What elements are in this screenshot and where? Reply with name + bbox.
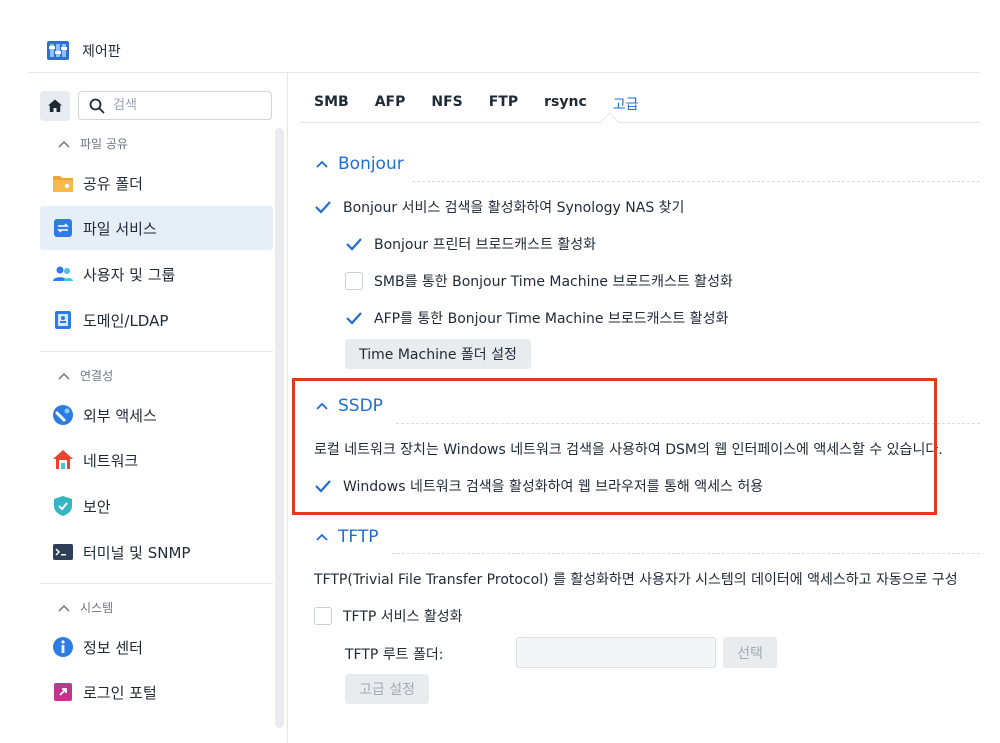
- sidebar-item-info-center[interactable]: 정보 센터: [40, 625, 273, 669]
- chevron-up-icon: [316, 160, 328, 168]
- sidebar-item-network[interactable]: 네트워크: [40, 438, 273, 482]
- option-label: Bonjour 프린터 브로드캐스트 활성화: [374, 237, 597, 253]
- search-icon: [89, 98, 105, 113]
- option-label: AFP를 통한 Bonjour Time Machine 브로드캐스트 활성화: [374, 311, 729, 327]
- tftp-root-folder-label: TFTP 루트 폴더:: [345, 647, 444, 663]
- bonjour-printer-checkbox[interactable]: [345, 235, 363, 253]
- bonjour-smb-timemachine-row: SMB를 통한 Bonjour Time Machine 브로드캐스트 활성화: [345, 271, 733, 291]
- checkmark-icon: [346, 312, 362, 325]
- tabs-divider: [300, 122, 980, 123]
- section-system[interactable]: 시스템: [58, 599, 113, 616]
- option-label: Bonjour 서비스 검색을 활성화하여 Synology NAS 찾기: [343, 200, 685, 216]
- control-panel-icon: [46, 38, 70, 62]
- sidebar-item-label: 네트워크: [83, 451, 139, 470]
- section-label: 시스템: [80, 601, 114, 615]
- sidebar-item-label: 보안: [83, 497, 111, 516]
- shield-icon: [52, 495, 74, 517]
- chevron-up-icon: [58, 372, 70, 380]
- home-icon: [48, 99, 62, 112]
- chevron-up-icon: [316, 533, 328, 541]
- sidebar-divider: [40, 583, 273, 584]
- sidebar-item-shared-folder[interactable]: 공유 폴더: [40, 161, 273, 205]
- option-label: TFTP 서비스 활성화: [343, 609, 463, 625]
- section-file-sharing[interactable]: 파일 공유: [58, 135, 128, 152]
- sidebar-item-label: 로그인 포털: [83, 683, 157, 702]
- sidebar-item-label: 사용자 및 그룹: [83, 265, 176, 284]
- sidebar-item-domain-ldap[interactable]: 도메인/LDAP: [40, 298, 273, 342]
- title-divider: [28, 72, 980, 73]
- users-groups-icon: [52, 263, 74, 285]
- sidebar-item-file-services[interactable]: 파일 서비스: [40, 206, 273, 250]
- section-divider: [412, 181, 980, 182]
- tftp-advanced-settings-button[interactable]: 고급 설정: [345, 674, 429, 704]
- tab-afp[interactable]: AFP: [375, 94, 406, 114]
- section-connectivity[interactable]: 연결성: [58, 367, 113, 384]
- ssdp-highlight-box: [292, 378, 937, 515]
- domain-ldap-icon: [52, 309, 74, 331]
- bonjour-discovery-checkbox[interactable]: [314, 198, 332, 216]
- tftp-description: TFTP(Trivial File Transfer Protocol) 를 활…: [314, 572, 958, 588]
- sidebar-item-label: 정보 센터: [83, 638, 143, 657]
- sidebar-item-label: 도메인/LDAP: [83, 311, 169, 330]
- sidebar-item-login-portal[interactable]: 로그인 포털: [40, 670, 273, 714]
- tftp-root-folder-input[interactable]: [516, 637, 716, 668]
- service-tabs: SMB AFP NFS FTP rsync 고급: [314, 94, 665, 114]
- home-button[interactable]: [40, 91, 70, 121]
- section-label: 연결성: [80, 369, 114, 383]
- tab-ftp[interactable]: FTP: [489, 94, 518, 114]
- sidebar-item-label: 공유 폴더: [83, 174, 143, 193]
- active-tab-indicator: [600, 112, 619, 131]
- window-title: 제어판: [82, 44, 121, 60]
- sidebar-item-security[interactable]: 보안: [40, 484, 273, 528]
- file-services-icon: [52, 217, 74, 239]
- section-divider: [392, 553, 980, 554]
- tab-nfs[interactable]: NFS: [431, 94, 462, 114]
- tftp-select-button[interactable]: 선택: [723, 637, 777, 668]
- search-box: [78, 91, 272, 120]
- checkmark-icon: [346, 238, 362, 251]
- sidebar-item-users-groups[interactable]: 사용자 및 그룹: [40, 252, 273, 296]
- tab-rsync[interactable]: rsync: [544, 94, 587, 114]
- shared-folder-icon: [52, 172, 74, 194]
- bonjour-afp-timemachine-row: AFP를 통한 Bonjour Time Machine 브로드캐스트 활성화: [345, 308, 728, 328]
- sidebar-divider: [40, 351, 273, 352]
- tab-smb[interactable]: SMB: [314, 94, 349, 114]
- section-label: 파일 공유: [80, 137, 128, 151]
- bonjour-smb-timemachine-checkbox[interactable]: [345, 272, 363, 290]
- info-icon: [52, 636, 74, 658]
- sidebar-item-label: 파일 서비스: [83, 219, 157, 238]
- external-access-icon: [52, 404, 74, 426]
- option-label: SMB를 통한 Bonjour Time Machine 브로드캐스트 활성화: [374, 274, 733, 290]
- sidebar-item-terminal-snmp[interactable]: 터미널 및 SNMP: [40, 530, 273, 574]
- section-bonjour-header[interactable]: Bonjour: [316, 154, 404, 174]
- chevron-up-icon: [58, 140, 70, 148]
- chevron-up-icon: [58, 604, 70, 612]
- tftp-enable-row: TFTP 서비스 활성화: [314, 606, 463, 626]
- section-tftp-header[interactable]: TFTP: [316, 527, 379, 547]
- sidebar-item-label: 터미널 및 SNMP: [83, 543, 191, 562]
- terminal-icon: [52, 541, 74, 563]
- search-input[interactable]: [111, 97, 255, 114]
- bonjour-afp-timemachine-checkbox[interactable]: [345, 309, 363, 327]
- section-title: Bonjour: [338, 154, 404, 174]
- sidebar-item-external-access[interactable]: 외부 액세스: [40, 393, 273, 437]
- sidebar-panel-divider: [287, 73, 288, 743]
- sidebar-item-label: 외부 액세스: [83, 406, 157, 425]
- bonjour-discovery-row: Bonjour 서비스 검색을 활성화하여 Synology NAS 찾기: [314, 197, 684, 217]
- tftp-enable-checkbox[interactable]: [314, 607, 332, 625]
- tab-advanced[interactable]: 고급: [613, 94, 639, 114]
- network-icon: [52, 449, 74, 471]
- sidebar-scrollbar[interactable]: [275, 128, 284, 728]
- section-title: TFTP: [338, 527, 379, 547]
- login-portal-icon: [52, 681, 74, 703]
- time-machine-folder-button[interactable]: Time Machine 폴더 설정: [345, 339, 531, 369]
- bonjour-printer-row: Bonjour 프린터 브로드캐스트 활성화: [345, 234, 596, 254]
- checkmark-icon: [315, 201, 331, 214]
